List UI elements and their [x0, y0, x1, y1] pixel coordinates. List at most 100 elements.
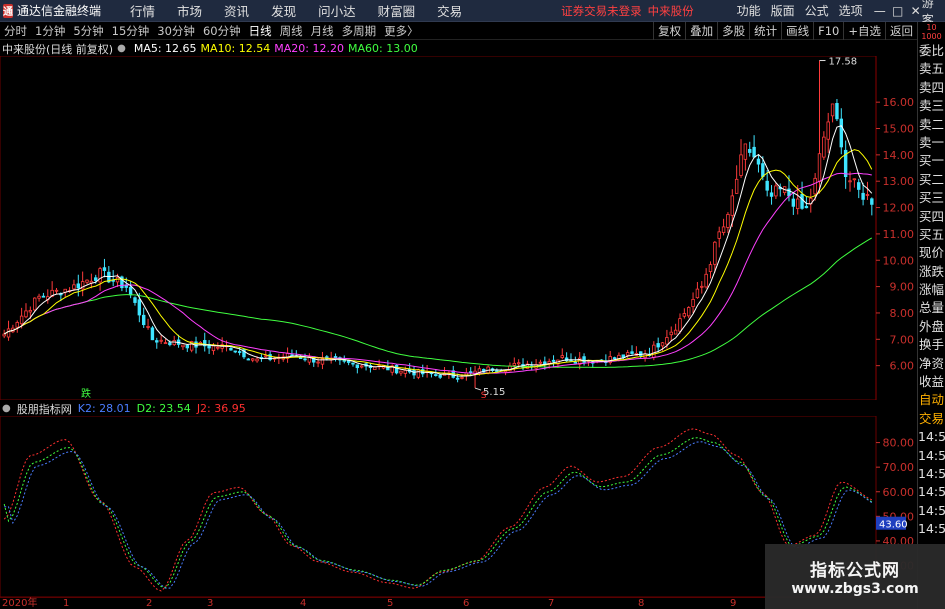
side-item[interactable]: 自动	[918, 391, 945, 409]
side-mini-text: 10 1000	[921, 23, 942, 41]
candle-body	[24, 310, 28, 318]
period-more[interactable]: 更多〉	[380, 23, 423, 39]
price-tick-label: 8.00	[890, 307, 915, 320]
side-item: 买四	[918, 208, 944, 224]
candle-body	[700, 285, 704, 288]
period-bar: 分时 1分钟 5分钟 15分钟 30分钟 60分钟 日线 周线 月线 多周期 更…	[0, 22, 945, 40]
candle-body	[438, 374, 442, 378]
right-menu: 功能 版面 公式 选项	[732, 2, 868, 19]
menu-news[interactable]: 资讯	[213, 1, 260, 20]
candle-body	[582, 356, 586, 363]
tool-multi[interactable]: 多股	[717, 22, 749, 40]
close-icon[interactable]: ✕	[910, 4, 922, 18]
candle-body	[861, 192, 865, 200]
period-monthly[interactable]: 月线	[307, 23, 338, 39]
candle-body	[37, 295, 41, 299]
menu-discover[interactable]: 发现	[260, 1, 307, 20]
chart-toolbar: 复权 叠加 多股 统计 画线 F10 +自选 返回	[653, 22, 917, 40]
menu-market[interactable]: 市场	[166, 1, 213, 20]
candle-body	[72, 284, 76, 290]
price-tick-label: 15.00	[883, 123, 915, 136]
period-weekly[interactable]: 周线	[276, 23, 307, 39]
period-multi[interactable]: 多周期	[338, 23, 381, 39]
minimize-icon[interactable]: —	[874, 4, 886, 18]
period-60min[interactable]: 60分钟	[199, 23, 245, 39]
candle-body	[547, 361, 551, 364]
menu-quotes[interactable]: 行情	[119, 1, 166, 20]
period-daily[interactable]: 日线	[245, 23, 276, 39]
candle-body	[233, 350, 237, 353]
tool-draw[interactable]: 画线	[781, 22, 813, 40]
candle-body	[665, 337, 669, 345]
candle-body	[394, 364, 399, 374]
period-15min[interactable]: 15分钟	[108, 23, 154, 39]
candle-body	[229, 348, 233, 351]
candle-body	[516, 362, 521, 365]
menu-layout[interactable]: 版面	[766, 2, 800, 19]
dropdown-circle-icon[interactable]: ●	[117, 43, 126, 54]
time-label: 7	[548, 598, 555, 609]
candle-body	[141, 314, 146, 326]
candle-body	[691, 298, 695, 307]
side-item: 卖四	[918, 79, 944, 95]
high-price-label: 17.58	[829, 57, 858, 68]
tool-stats[interactable]: 统计	[749, 22, 781, 40]
candle-body	[835, 103, 839, 120]
menu-function[interactable]: 功能	[732, 2, 766, 19]
menu-trade[interactable]: 交易	[426, 1, 473, 20]
side-item[interactable]: 交易	[918, 410, 945, 428]
watermark-title: 指标公式网	[810, 561, 900, 581]
period-tick[interactable]: 分时	[0, 23, 31, 39]
candle-body	[865, 194, 870, 196]
watermark-url: www.zbgs3.com	[791, 581, 919, 597]
period-1min[interactable]: 1分钟	[31, 23, 69, 39]
tool-overlay[interactable]: 叠加	[685, 22, 717, 40]
time-label: 4	[300, 598, 307, 609]
candle-body	[822, 136, 826, 158]
title-bar: 通 通达信金融终端 行情 市场 资讯 发现 问小达 财富圈 交易 证券交易未登录…	[0, 0, 945, 27]
indicator-dropdown-icon[interactable]: ●	[2, 403, 11, 414]
ind-tick-label: 80.00	[883, 437, 915, 450]
low-marker	[474, 387, 482, 391]
time-label: 8	[638, 598, 645, 609]
time-label: 9	[730, 598, 737, 609]
candle-body	[355, 364, 360, 369]
candle-body	[2, 333, 6, 337]
candle-body	[15, 322, 19, 328]
candlestick-chart[interactable]: 16.00 15.00 14.00 13.00 12.00 11.00 10.00 9.00 8…	[0, 56, 917, 400]
tool-f10[interactable]: F10	[813, 22, 843, 40]
side-item-list: 委比 卖五 卖四 卖三 卖二 卖一 买一 买二 买三 买四 买五 现价 涨跌 涨幅 总量 外盘 换手 净资 收益 自动…	[918, 42, 945, 539]
menu-options[interactable]: 选项	[834, 2, 868, 19]
ma20-line	[3, 172, 872, 374]
side-item: 卖一	[918, 134, 944, 150]
side-item: 14:56	[918, 447, 945, 463]
app-logo: 通	[3, 3, 13, 18]
candle-body	[630, 351, 634, 354]
candle-body	[268, 354, 272, 361]
tool-back[interactable]: 返回	[885, 22, 917, 40]
period-5min[interactable]: 5分钟	[69, 23, 107, 39]
maximize-icon[interactable]: □	[892, 4, 904, 18]
menu-ask[interactable]: 问小达	[307, 1, 367, 20]
login-status[interactable]: 证券交易未登录	[561, 3, 642, 19]
candle-body	[721, 226, 726, 233]
candle-body	[708, 264, 713, 272]
side-item: 涨跌	[918, 263, 944, 279]
menu-formula[interactable]: 公式	[800, 2, 834, 19]
candle-body	[761, 163, 765, 177]
chart-frame	[0, 56, 877, 400]
period-30min[interactable]: 30分钟	[153, 23, 199, 39]
candle-body	[6, 328, 11, 338]
side-item: 换手	[918, 337, 944, 353]
tool-add-watch[interactable]: +自选	[843, 22, 885, 40]
candle-body	[155, 340, 159, 343]
candle-body	[813, 177, 817, 195]
candle-body	[28, 309, 33, 313]
tool-adjust[interactable]: 复权	[653, 22, 685, 40]
time-axis: 2020年 1 2 3 4 5 6 7 8 9	[0, 597, 880, 609]
menu-wealth[interactable]: 财富圈	[367, 1, 427, 20]
candle-body	[704, 273, 708, 288]
candle-body	[612, 357, 617, 360]
candle-body	[133, 297, 137, 303]
ma60-label: MA60: 13.00	[347, 42, 418, 55]
